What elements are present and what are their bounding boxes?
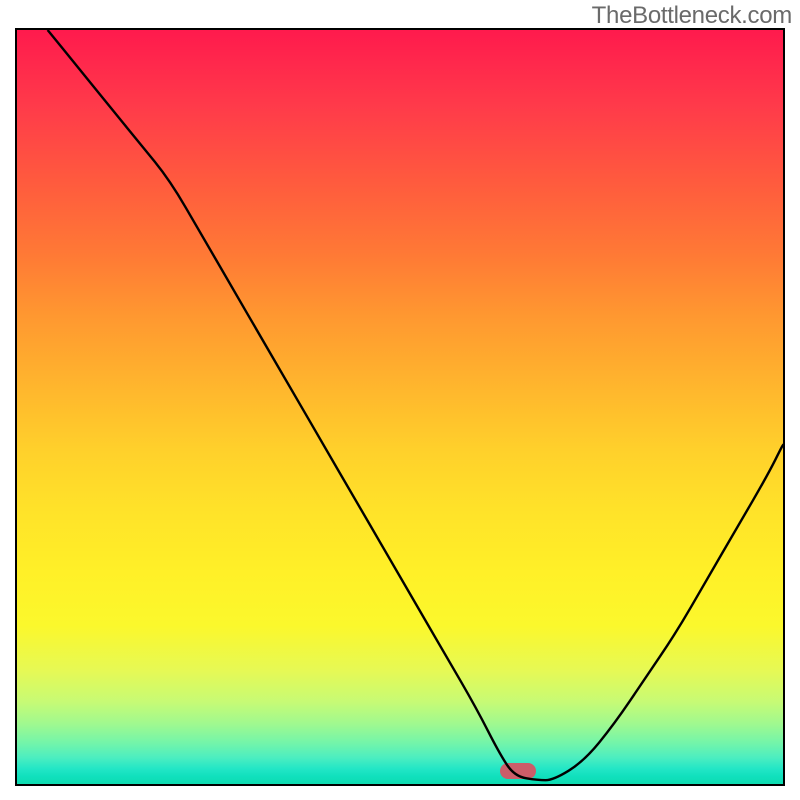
plot-area (15, 28, 785, 786)
watermark-text: TheBottleneck.com (592, 2, 792, 30)
bottleneck-curve (17, 30, 783, 784)
chart-stage: TheBottleneck.com (0, 0, 800, 800)
